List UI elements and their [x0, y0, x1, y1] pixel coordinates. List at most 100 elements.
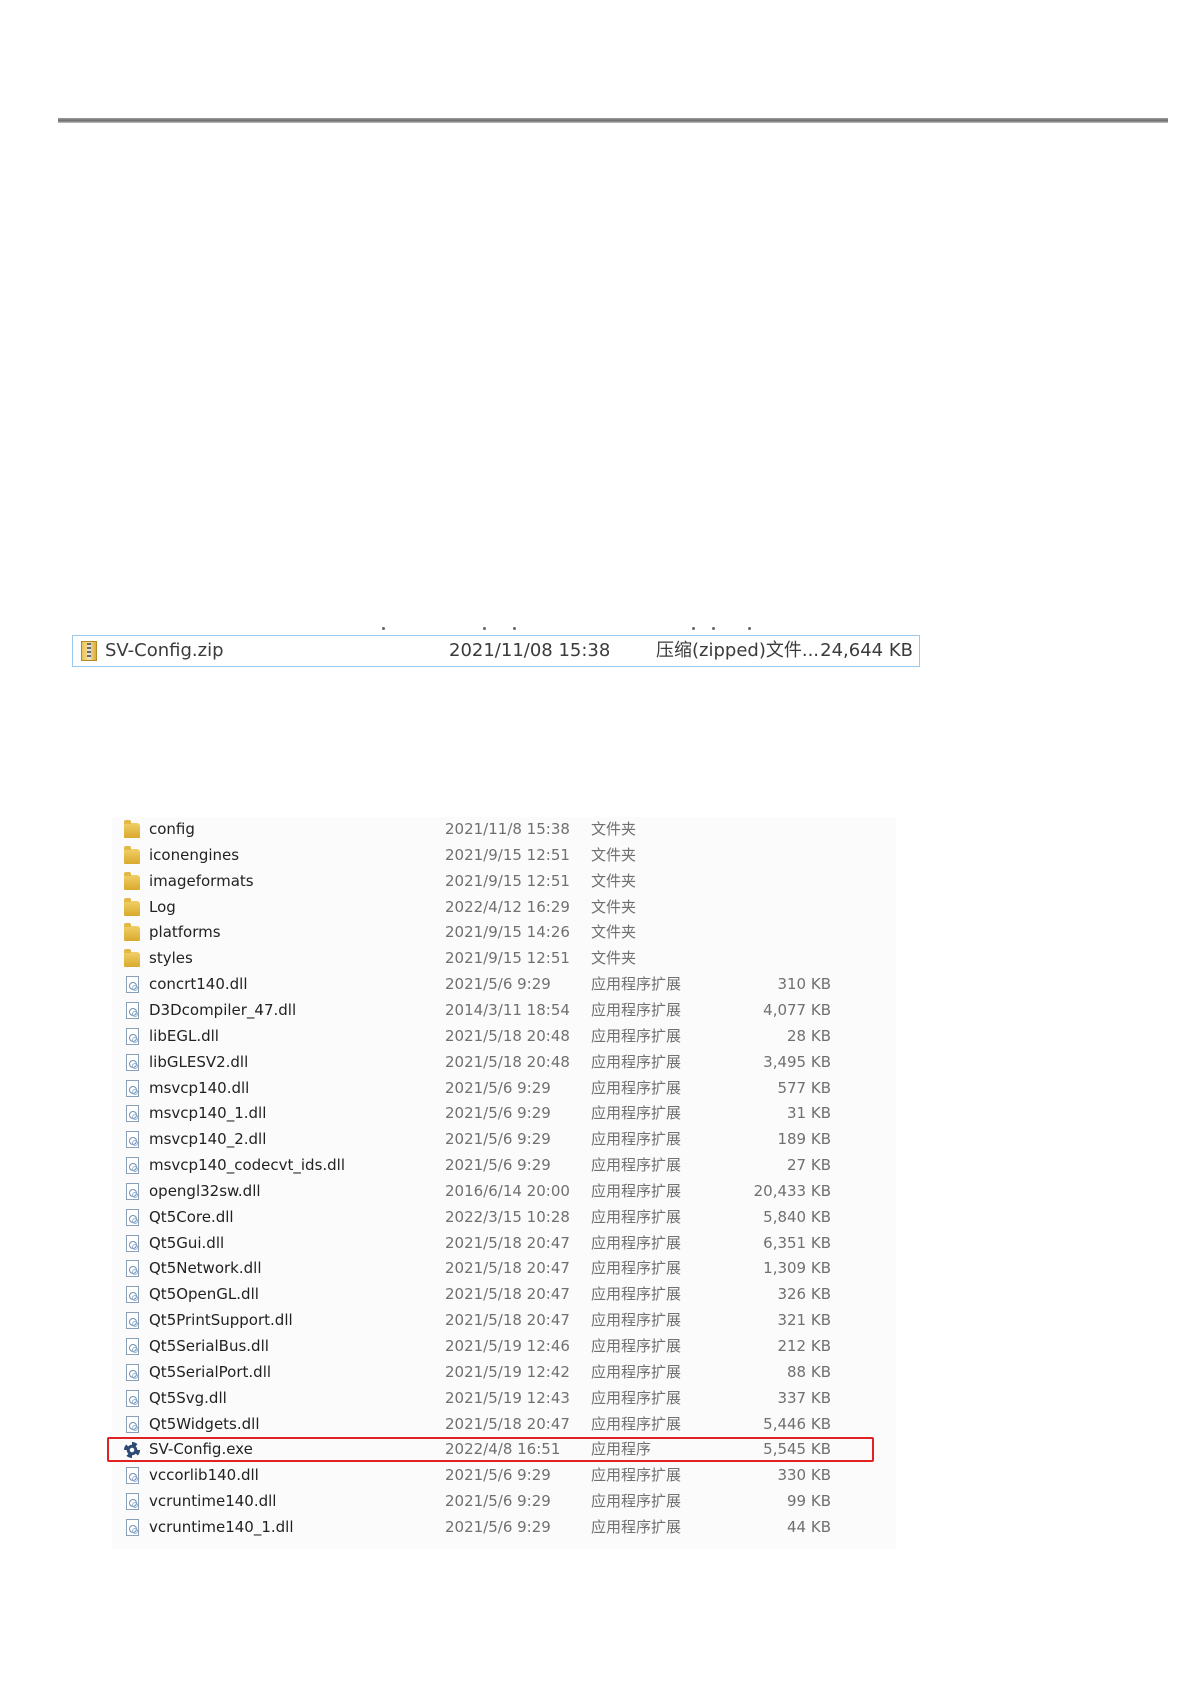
- cropped-row-remnant: [72, 624, 920, 632]
- file-row[interactable]: msvcp140_codecvt_ids.dll 2021/5/6 9:29 应用程…: [112, 1153, 896, 1179]
- file-name: libEGL.dll: [149, 1026, 219, 1045]
- file-modified: 2021/5/18 20:47: [445, 1285, 570, 1304]
- file-modified: 2021/5/18 20:47: [445, 1311, 570, 1330]
- file-modified: 2021/5/18 20:47: [445, 1259, 570, 1278]
- file-type: 应用程序扩展: [591, 1517, 682, 1536]
- file-type: 应用程序扩展: [591, 1052, 682, 1071]
- file-size: 310 KB: [777, 975, 831, 994]
- file-name: Qt5PrintSupport.dll: [149, 1311, 293, 1330]
- folder-icon: [124, 845, 140, 864]
- file-row[interactable]: iconengines 2021/9/15 12:51 文件夹: [112, 843, 896, 869]
- file-size: 189 KB: [777, 1130, 831, 1149]
- file-type: 应用程序扩展: [591, 1466, 682, 1485]
- file-row[interactable]: vccorlib140.dll 2021/5/6 9:29 应用程序扩展 330 KB: [112, 1463, 896, 1489]
- file-modified: 2021/5/6 9:29: [445, 1078, 551, 1097]
- dll-file-icon: [126, 1493, 139, 1511]
- file-name: libGLESV2.dll: [149, 1052, 249, 1071]
- file-name: opengl32sw.dll: [149, 1181, 261, 1200]
- file-row[interactable]: libEGL.dll 2021/5/18 20:48 应用程序扩展 28 KB: [112, 1024, 896, 1050]
- file-row[interactable]: imageformats 2021/9/15 12:51 文件夹: [112, 869, 896, 895]
- file-type: 文件夹: [591, 949, 637, 968]
- file-type: 应用程序扩展: [591, 1104, 682, 1123]
- file-type: 文件夹: [591, 820, 637, 838]
- dll-file-icon: [126, 1053, 139, 1071]
- file-type: 应用程序扩展: [591, 1388, 682, 1407]
- file-size: 321 KB: [777, 1311, 831, 1330]
- dll-file-icon: [126, 1312, 139, 1330]
- file-modified: 2021/5/18 20:48: [445, 1026, 570, 1045]
- dll-file-icon: [126, 1286, 139, 1304]
- file-name: msvcp140_codecvt_ids.dll: [149, 1156, 346, 1175]
- file-size: 6,351 KB: [763, 1233, 831, 1252]
- file-row[interactable]: vcruntime140_1.dll 2021/5/6 9:29 应用程序扩展 44 …: [112, 1515, 896, 1541]
- file-modified: 2021/5/18 20:47: [445, 1414, 570, 1433]
- file-size: 99 KB: [787, 1492, 831, 1511]
- file-row-highlighted[interactable]: SV-Config.exe 2022/4/8 16:51 应用程序 5,545 KB: [107, 1437, 896, 1463]
- file-type: 应用程序扩展: [591, 1311, 682, 1330]
- file-name: msvcp140_2.dll: [149, 1130, 267, 1149]
- file-size: 4,077 KB: [763, 1000, 831, 1019]
- file-name: Qt5SerialPort.dll: [149, 1362, 272, 1381]
- file-row[interactable]: Qt5PrintSupport.dll 2021/5/18 20:47 应用程序扩展…: [112, 1308, 896, 1334]
- file-row[interactable]: Qt5OpenGL.dll 2021/5/18 20:47 应用程序扩展 326 KB: [112, 1282, 896, 1308]
- file-row[interactable]: msvcp140_1.dll 2021/5/6 9:29 应用程序扩展 31 KB: [112, 1101, 896, 1127]
- file-name: imageformats: [149, 871, 254, 890]
- file-size: 1,309 KB: [763, 1259, 831, 1278]
- file-row[interactable]: vcruntime140.dll 2021/5/6 9:29 应用程序扩展 99 KB: [112, 1489, 896, 1515]
- dll-file-icon: [126, 976, 139, 994]
- file-modified: 2021/9/15 12:51: [445, 871, 570, 890]
- folder-icon: [124, 923, 140, 942]
- file-size: 337 KB: [777, 1388, 831, 1407]
- file-name: Qt5Svg.dll: [149, 1388, 227, 1407]
- file-type: 应用程序扩展: [591, 975, 682, 994]
- zip-file-size: 24,644 KB: [820, 640, 913, 661]
- file-row[interactable]: Qt5Widgets.dll 2021/5/18 20:47 应用程序扩展 5,446…: [112, 1412, 896, 1438]
- file-row[interactable]: config 2021/11/8 15:38 文件夹: [112, 817, 896, 843]
- file-row[interactable]: Qt5Svg.dll 2021/5/19 12:43 应用程序扩展 337 KB: [112, 1386, 896, 1412]
- file-row[interactable]: Qt5SerialPort.dll 2021/5/19 12:42 应用程序扩展 88…: [112, 1360, 896, 1386]
- file-modified: 2021/5/6 9:29: [445, 1104, 551, 1123]
- file-type: 应用程序扩展: [591, 1207, 682, 1226]
- file-type: 应用程序扩展: [591, 1078, 682, 1097]
- file-type: 应用程序扩展: [591, 1414, 682, 1433]
- file-name: msvcp140.dll: [149, 1078, 250, 1097]
- file-row[interactable]: msvcp140_2.dll 2021/5/6 9:29 应用程序扩展 189 KB: [112, 1127, 896, 1153]
- file-size: 3,495 KB: [763, 1052, 831, 1071]
- file-row[interactable]: opengl32sw.dll 2016/6/14 20:00 应用程序扩展 20,43…: [112, 1179, 896, 1205]
- file-modified: 2021/5/6 9:29: [445, 1492, 551, 1511]
- file-row[interactable]: Qt5Network.dll 2021/5/18 20:47 应用程序扩展 1,309…: [112, 1256, 896, 1282]
- file-size: 326 KB: [777, 1285, 831, 1304]
- file-name: Qt5Gui.dll: [149, 1233, 225, 1252]
- file-modified: 2021/5/19 12:43: [445, 1388, 570, 1407]
- dll-file-icon: [126, 1105, 139, 1123]
- file-row[interactable]: concrt140.dll 2021/5/6 9:29 应用程序扩展 310 KB: [112, 972, 896, 998]
- file-type: 应用程序扩展: [591, 1362, 682, 1381]
- file-name: msvcp140_1.dll: [149, 1104, 267, 1123]
- file-row[interactable]: libGLESV2.dll 2021/5/18 20:48 应用程序扩展 3,495 …: [112, 1050, 896, 1076]
- file-name: Qt5OpenGL.dll: [149, 1285, 259, 1304]
- file-type: 应用程序扩展: [591, 1156, 682, 1175]
- dll-file-icon: [126, 1001, 139, 1019]
- file-row[interactable]: platforms 2021/9/15 14:26 文件夹: [112, 920, 896, 946]
- file-name: D3Dcompiler_47.dll: [149, 1000, 297, 1019]
- file-size: 330 KB: [777, 1466, 831, 1485]
- file-name: config: [149, 820, 195, 838]
- dll-file-icon: [126, 1079, 139, 1097]
- folder-icon: [124, 949, 140, 968]
- file-name: platforms: [149, 923, 221, 942]
- file-type: 应用程序扩展: [591, 1000, 682, 1019]
- file-row[interactable]: styles 2021/9/15 12:51 文件夹: [112, 946, 896, 972]
- file-row[interactable]: Qt5Gui.dll 2021/5/18 20:47 应用程序扩展 6,351 KB: [112, 1231, 896, 1257]
- file-modified: 2021/9/15 12:51: [445, 845, 570, 864]
- zip-file-row[interactable]: SV-Config.zip 2021/11/08 15:38 压缩(zipped…: [72, 635, 920, 667]
- file-row[interactable]: Qt5SerialBus.dll 2021/5/19 12:46 应用程序扩展 212…: [112, 1334, 896, 1360]
- file-row[interactable]: Log 2022/4/12 16:29 文件夹: [112, 895, 896, 921]
- file-size: 577 KB: [777, 1078, 831, 1097]
- file-row[interactable]: D3Dcompiler_47.dll 2014/3/11 18:54 应用程序扩展 4…: [112, 998, 896, 1024]
- file-row[interactable]: msvcp140.dll 2021/5/6 9:29 应用程序扩展 577 KB: [112, 1076, 896, 1102]
- dll-file-icon: [126, 1338, 139, 1355]
- dll-file-icon: [126, 1027, 139, 1045]
- file-type: 文件夹: [591, 845, 637, 864]
- file-row[interactable]: Qt5Core.dll 2022/3/15 10:28 应用程序扩展 5,840 KB: [112, 1205, 896, 1231]
- file-modified: 2021/9/15 12:51: [445, 949, 570, 968]
